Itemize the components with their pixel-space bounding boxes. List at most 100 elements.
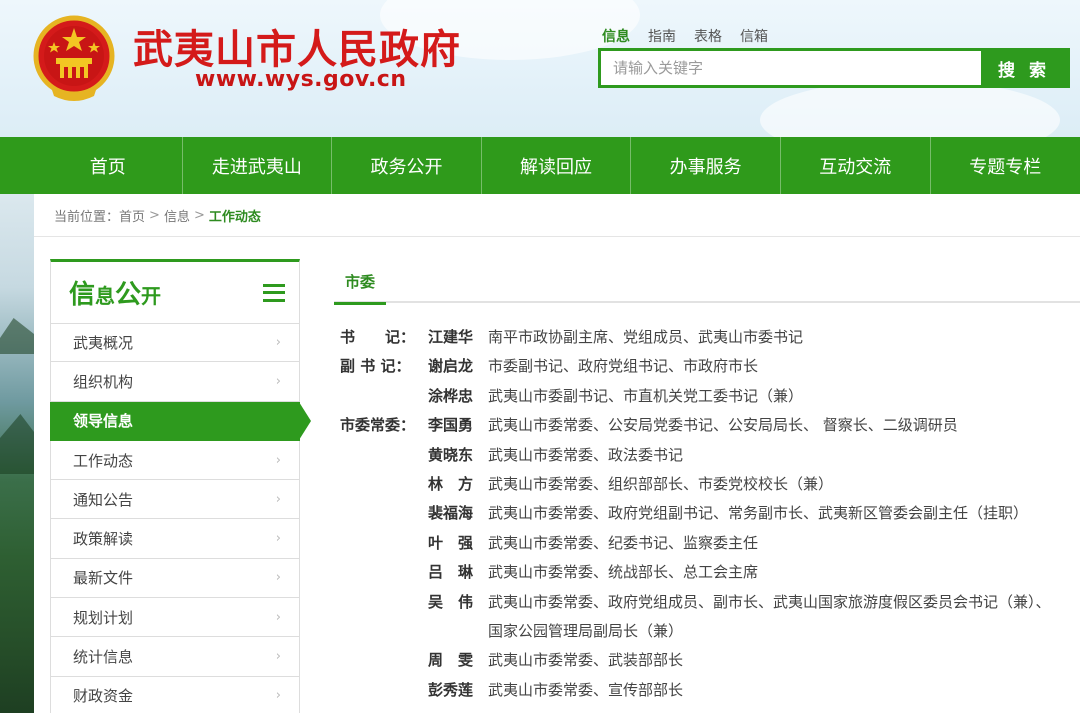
sidebar-item-work-news[interactable]: 工作动态 ›: [50, 440, 300, 481]
leader-name[interactable]: 谢启龙: [428, 352, 488, 381]
sidebar-item-leaders[interactable]: 领导信息: [50, 401, 311, 441]
breadcrumb-separator: >: [193, 207, 205, 223]
leader-duty: 武夷山市委常委、宣传部部长: [488, 680, 684, 699]
sidebar-header: 信息公开: [50, 259, 300, 323]
leader-duty: 武夷山市委常委、政法委书记: [488, 445, 684, 464]
sidebar-item-organization[interactable]: 组织机构 ›: [50, 362, 300, 402]
chevron-right-icon: ›: [275, 649, 281, 665]
main-nav: 首页 走进武夷山 政务公开 解读回应 办事服务 互动交流 专题专栏: [0, 137, 1080, 194]
mountain-ridge: [0, 414, 34, 474]
chevron-right-icon: ›: [275, 688, 281, 704]
chevron-right-icon: ›: [275, 452, 281, 468]
leader-name[interactable]: 吕 琳: [428, 558, 488, 587]
leader-name[interactable]: 黄晓东: [428, 441, 488, 470]
leader-name[interactable]: 吴 伟: [428, 588, 488, 617]
search-tab-mailbox[interactable]: 信箱: [740, 26, 768, 46]
leader-row: 黄晓东 武夷山市委常委、政法委书记: [340, 441, 1080, 470]
leader-row: 市委常委： 李国勇 武夷山市委常委、公安局党委书记、公安局局长、 督察长、二级调研员: [340, 411, 1080, 440]
search-tab-guide[interactable]: 指南: [648, 26, 676, 46]
search-input[interactable]: [601, 51, 981, 85]
leader-role: 副 书 记：: [340, 357, 411, 376]
leader-list: 书 记： 江建华 南平市政协副主席、党组成员、武夷山市委书记 副 书 记： 谢启龙市委…: [340, 323, 1080, 705]
leader-duty: 武夷山市委常委、公安局党委书记、公安局局长、 督察长、二级调研员: [488, 416, 958, 435]
main-content: 市委 书 记： 江建华 南平市政协副主席、党组成员、武夷山市委书记 副 书 记： 谢启…: [334, 259, 1080, 699]
chevron-right-icon: ›: [275, 570, 281, 586]
leader-row: 书 记： 江建华 南平市政协副主席、党组成员、武夷山市委书记: [340, 323, 1080, 352]
leader-role: [340, 617, 428, 646]
leader-row: 叶 强武夷山市委常委、纪委书记、监察委主任: [340, 529, 1080, 558]
leader-duty: 武夷山市委常委、政府党组成员、副市长、武夷山国家旅游度假区委员会书记（兼）、: [488, 592, 1051, 611]
leader-row: 林 方武夷山市委常委、组织部部长、市委党校校长（兼）: [340, 470, 1080, 499]
nav-item-about[interactable]: 走进武夷山: [183, 137, 333, 194]
nav-item-interpretation[interactable]: 解读回应: [482, 137, 632, 194]
leader-duty: 武夷山市委副书记、市直机关党工委书记（兼）: [488, 386, 804, 405]
chevron-right-icon: ›: [275, 609, 281, 625]
breadcrumb: 当前位置： 首页 > 信息 > 工作动态: [34, 194, 1080, 237]
search-tab-forms[interactable]: 表格: [694, 26, 722, 46]
search-tab-info[interactable]: 信息: [602, 26, 630, 46]
leader-row: 吴 伟武夷山市委常委、政府党组成员、副市长、武夷山国家旅游度假区委员会书记（兼）…: [340, 588, 1080, 617]
landscape-background-image: [0, 194, 34, 713]
leader-role: [340, 441, 428, 470]
leader-name[interactable]: 周 雯: [428, 646, 488, 675]
leader-duty: 武夷山市委常委、统战部长、总工会主席: [488, 563, 759, 582]
leader-name[interactable]: 彭秀莲: [428, 676, 488, 705]
leader-role: [340, 382, 428, 411]
sidebar-title: 信息公开: [69, 280, 162, 310]
site-header: 武夷山市人民政府 www.wys.gov.cn 信息 指南 表格 信箱 搜 索: [0, 0, 1080, 137]
sidebar-item-overview[interactable]: 武夷概况 ›: [50, 323, 300, 363]
leader-row: 吕 琳武夷山市委常委、统战部长、总工会主席: [340, 558, 1080, 587]
sidebar-item-latest-documents[interactable]: 最新文件 ›: [50, 558, 300, 599]
cloud-decoration: [760, 80, 1060, 137]
leader-name[interactable]: 裴福海: [428, 499, 488, 528]
sidebar-item-policy-interpretation[interactable]: 政策解读 ›: [50, 519, 300, 559]
breadcrumb-home[interactable]: 首页: [119, 206, 145, 225]
sidebar-item-finance[interactable]: 财政资金 ›: [50, 676, 300, 713]
leader-role: [340, 646, 428, 675]
national-emblem-icon: [33, 15, 115, 101]
leader-role: 市委常委：: [340, 416, 416, 435]
mountain-ridge: [0, 318, 34, 354]
leader-role: [340, 529, 428, 558]
nav-item-interaction[interactable]: 互动交流: [781, 137, 931, 194]
nav-item-services[interactable]: 办事服务: [631, 137, 781, 194]
leader-name[interactable]: 林 方: [428, 470, 488, 499]
breadcrumb-info[interactable]: 信息: [164, 206, 190, 225]
leader-name[interactable]: 李国勇: [428, 411, 488, 440]
leader-name[interactable]: 江建华: [428, 323, 488, 352]
leader-duty: 国家公园管理局副局长（兼）: [488, 622, 684, 641]
sidebar-item-plans[interactable]: 规划计划 ›: [50, 598, 300, 638]
nav-item-home[interactable]: 首页: [34, 137, 183, 194]
leader-role: [340, 558, 428, 587]
leader-role: [340, 676, 428, 705]
search-box: 搜 索: [598, 48, 1070, 88]
tab-municipal-committee[interactable]: 市委: [334, 271, 386, 305]
leader-duty: 武夷山市委常委、组织部部长、市委党校校长（兼）: [488, 475, 834, 494]
search-category-tabs: 信息 指南 表格 信箱: [602, 26, 786, 46]
leader-name[interactable]: 叶 强: [428, 529, 488, 558]
leader-row: 彭秀莲 武夷山市委常委、宣传部部长: [340, 676, 1080, 705]
nav-item-special-topics[interactable]: 专题专栏: [931, 137, 1080, 194]
nav-item-gov-affairs[interactable]: 政务公开: [332, 137, 482, 194]
breadcrumb-prefix: 当前位置：: [54, 209, 120, 225]
leader-row: 周 雯武夷山市委常委、武装部部长: [340, 646, 1080, 675]
leader-role: [340, 470, 428, 499]
leader-row: 裴福海 武夷山市委常委、政府党组副书记、常务副市长、武夷新区管委会副主任（挂职）: [340, 499, 1080, 528]
leader-row: 国家公园管理局副局长（兼）: [340, 617, 1080, 646]
leader-row: 副 书 记： 谢启龙 市委副书记、政府党组书记、市政府市长: [340, 352, 1080, 381]
chevron-right-icon: ›: [275, 373, 281, 389]
sidebar-item-notices[interactable]: 通知公告 ›: [50, 480, 300, 520]
leader-name: [428, 617, 488, 646]
breadcrumb-separator: >: [149, 207, 160, 223]
site-url[interactable]: www.wys.gov.cn: [195, 67, 407, 92]
sidebar-menu: 武夷概况 › 组织机构 › 领导信息 工作动态 › 通知公告 › 政策解读 › 最新文件 ›…: [50, 323, 311, 713]
leader-role: [340, 588, 428, 617]
search-button[interactable]: 搜 索: [981, 51, 1067, 85]
leader-name[interactable]: 涂桦忠: [428, 382, 488, 411]
leader-duty: 武夷山市委常委、武装部部长: [488, 651, 684, 670]
leader-row: 涂桦忠 武夷山市委副书记、市直机关党工委书记（兼）: [340, 382, 1080, 411]
sidebar-item-statistics[interactable]: 统计信息 ›: [50, 637, 300, 677]
chevron-right-icon: ›: [275, 335, 281, 351]
breadcrumb-current: 工作动态: [208, 209, 261, 225]
menu-icon[interactable]: [263, 283, 285, 302]
